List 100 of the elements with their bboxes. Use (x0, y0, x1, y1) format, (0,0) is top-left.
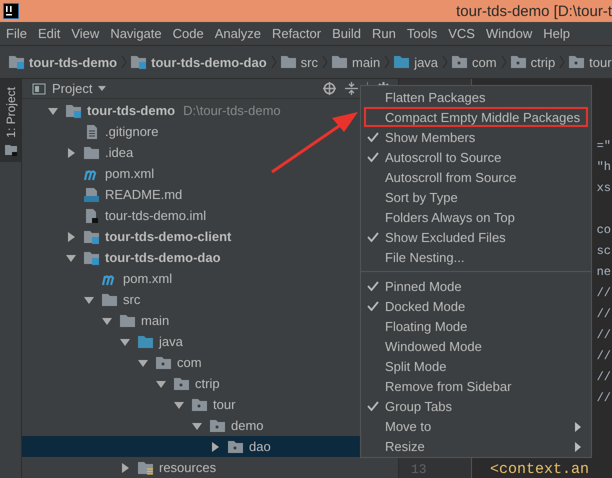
menu-item[interactable]: Run (372, 26, 396, 41)
tree-item[interactable]: tour-tds-demo.iml (84, 208, 206, 223)
tree-item[interactable]: main (120, 313, 170, 328)
menu-option[interactable]: Resize (361, 436, 591, 456)
menu-option[interactable]: Floating Mode (361, 316, 591, 336)
menu-item[interactable]: Window (486, 26, 532, 41)
menu-option[interactable]: Remove from Sidebar (361, 376, 591, 396)
breadcrumb-item[interactable]: com (452, 54, 497, 70)
project-tool-tab[interactable]: 1: Project (0, 79, 21, 162)
tree-item[interactable]: ctrip (174, 376, 220, 391)
code-text: ne (596, 264, 611, 281)
check-icon (367, 232, 379, 242)
code-text: <context.an (490, 461, 590, 478)
expand-arrow-icon[interactable] (120, 462, 130, 472)
tree-item[interactable]: demo (210, 418, 264, 433)
expand-arrow-icon[interactable] (156, 378, 166, 388)
menu-option[interactable]: Docked Mode (361, 296, 591, 316)
expand-arrow-icon[interactable] (66, 148, 76, 158)
menu-item[interactable]: Edit (38, 26, 60, 41)
tree-item[interactable]: .idea (84, 145, 134, 160)
menu-option[interactable]: Pinned Mode (361, 276, 591, 296)
module-folder-icon (84, 250, 100, 264)
locate-icon[interactable] (323, 82, 336, 95)
tree-item[interactable]: .gitignore (84, 124, 158, 139)
menu-item[interactable]: Code (172, 26, 204, 41)
menu-option[interactable]: Compact Empty Middle Packages (364, 107, 588, 127)
menu-item[interactable]: Navigate (110, 26, 162, 41)
expand-arrow-icon[interactable] (138, 358, 148, 368)
breadcrumb-item[interactable]: java (394, 54, 438, 70)
expand-arrow-icon[interactable] (66, 252, 76, 262)
menu-option[interactable]: Folders Always on Top (361, 207, 591, 227)
code-text: // (596, 285, 611, 302)
folder-icon (120, 314, 136, 328)
breadcrumb-item[interactable]: ctrip (510, 54, 556, 70)
package-folder-icon (174, 376, 190, 390)
folder-icon (280, 55, 297, 69)
expand-arrow-icon[interactable] (66, 232, 76, 242)
menu-option[interactable]: Group Tabs (361, 396, 591, 416)
package-folder-icon (510, 55, 527, 69)
tree-item[interactable]: resources (138, 460, 216, 475)
code-text: // (596, 369, 611, 386)
package-folder-icon (192, 398, 208, 412)
project-view-dropdown[interactable]: Project (32, 81, 106, 96)
collapse-all-icon[interactable] (345, 82, 358, 95)
tree-item[interactable]: pom.xml (102, 271, 172, 286)
folder-icon (332, 55, 348, 69)
package-folder-icon (569, 55, 586, 69)
breadcrumb-item[interactable]: src (280, 54, 318, 70)
tree-item[interactable]: com (156, 355, 202, 370)
menu-option[interactable]: Move to (361, 416, 591, 436)
module-folder-icon (131, 55, 148, 69)
menu-item[interactable]: Help (543, 26, 570, 41)
expand-arrow-icon[interactable] (102, 316, 112, 326)
module-folder-icon (66, 104, 82, 118)
tree-item[interactable]: tour-tds-demo-client (84, 229, 232, 244)
expand-arrow-icon[interactable] (120, 336, 130, 346)
menu-option[interactable]: Split Mode (361, 356, 591, 376)
menu-item[interactable]: Build (332, 26, 362, 41)
tree-item[interactable]: tour-tds-demo-dao (84, 250, 221, 265)
menu-option[interactable]: Flatten Packages (361, 87, 591, 107)
menu-item[interactable]: Tools (406, 26, 438, 41)
module-file-icon (84, 208, 100, 222)
expand-arrow-icon[interactable] (48, 106, 58, 116)
menu-item[interactable]: VCS (448, 26, 475, 41)
breadcrumb-item[interactable]: main (332, 54, 380, 70)
menu-item[interactable]: Analyze (214, 26, 261, 41)
menu-option[interactable]: Autoscroll from Source (361, 167, 591, 187)
tree-item[interactable]: src (102, 292, 140, 307)
menu-option[interactable]: Windowed Mode (361, 336, 591, 356)
tree-item[interactable]: tour-tds-demo D:\tour-tds-demo (66, 103, 281, 118)
menu-option[interactable]: File Nesting... (361, 247, 591, 267)
breadcrumb-item[interactable]: tour-tds-demo (9, 54, 118, 70)
menu-option[interactable]: Show Excluded Files (361, 227, 591, 247)
module-folder-icon (84, 230, 100, 244)
menu-item[interactable]: Refactor (272, 26, 322, 41)
breadcrumb-item[interactable]: tour (569, 54, 612, 70)
menu-item[interactable]: File (6, 26, 27, 41)
expand-arrow-icon[interactable] (84, 294, 94, 304)
breadcrumb-item[interactable]: tour-tds-demo-dao (131, 54, 267, 70)
tree-item[interactable]: dao (228, 439, 271, 454)
code-text: // (596, 348, 611, 365)
tree-item[interactable]: pom.xml (84, 166, 154, 181)
expand-arrow-icon[interactable] (192, 420, 202, 430)
expand-arrow-icon[interactable] (210, 442, 220, 452)
resources-folder-icon (138, 460, 154, 474)
menu-option[interactable]: Autoscroll to Source (361, 147, 591, 167)
expand-arrow-icon[interactable] (174, 400, 184, 410)
caret-icon (98, 86, 106, 91)
code-text: =" (596, 138, 611, 155)
tree-item[interactable]: java (138, 334, 183, 349)
tree-item[interactable]: tour (192, 397, 236, 412)
source-folder-icon (138, 334, 154, 348)
code-text: "h (596, 159, 611, 176)
menu-option[interactable]: Show Members (361, 127, 591, 147)
menu-item[interactable]: View (71, 26, 100, 41)
menu-option[interactable]: Sort by Type (361, 187, 591, 207)
code-text: // (596, 390, 611, 407)
tree-item[interactable]: README.md (84, 187, 182, 202)
window-title: tour-tds-demo [D:\tour-t (456, 2, 612, 20)
check-icon (367, 152, 379, 162)
